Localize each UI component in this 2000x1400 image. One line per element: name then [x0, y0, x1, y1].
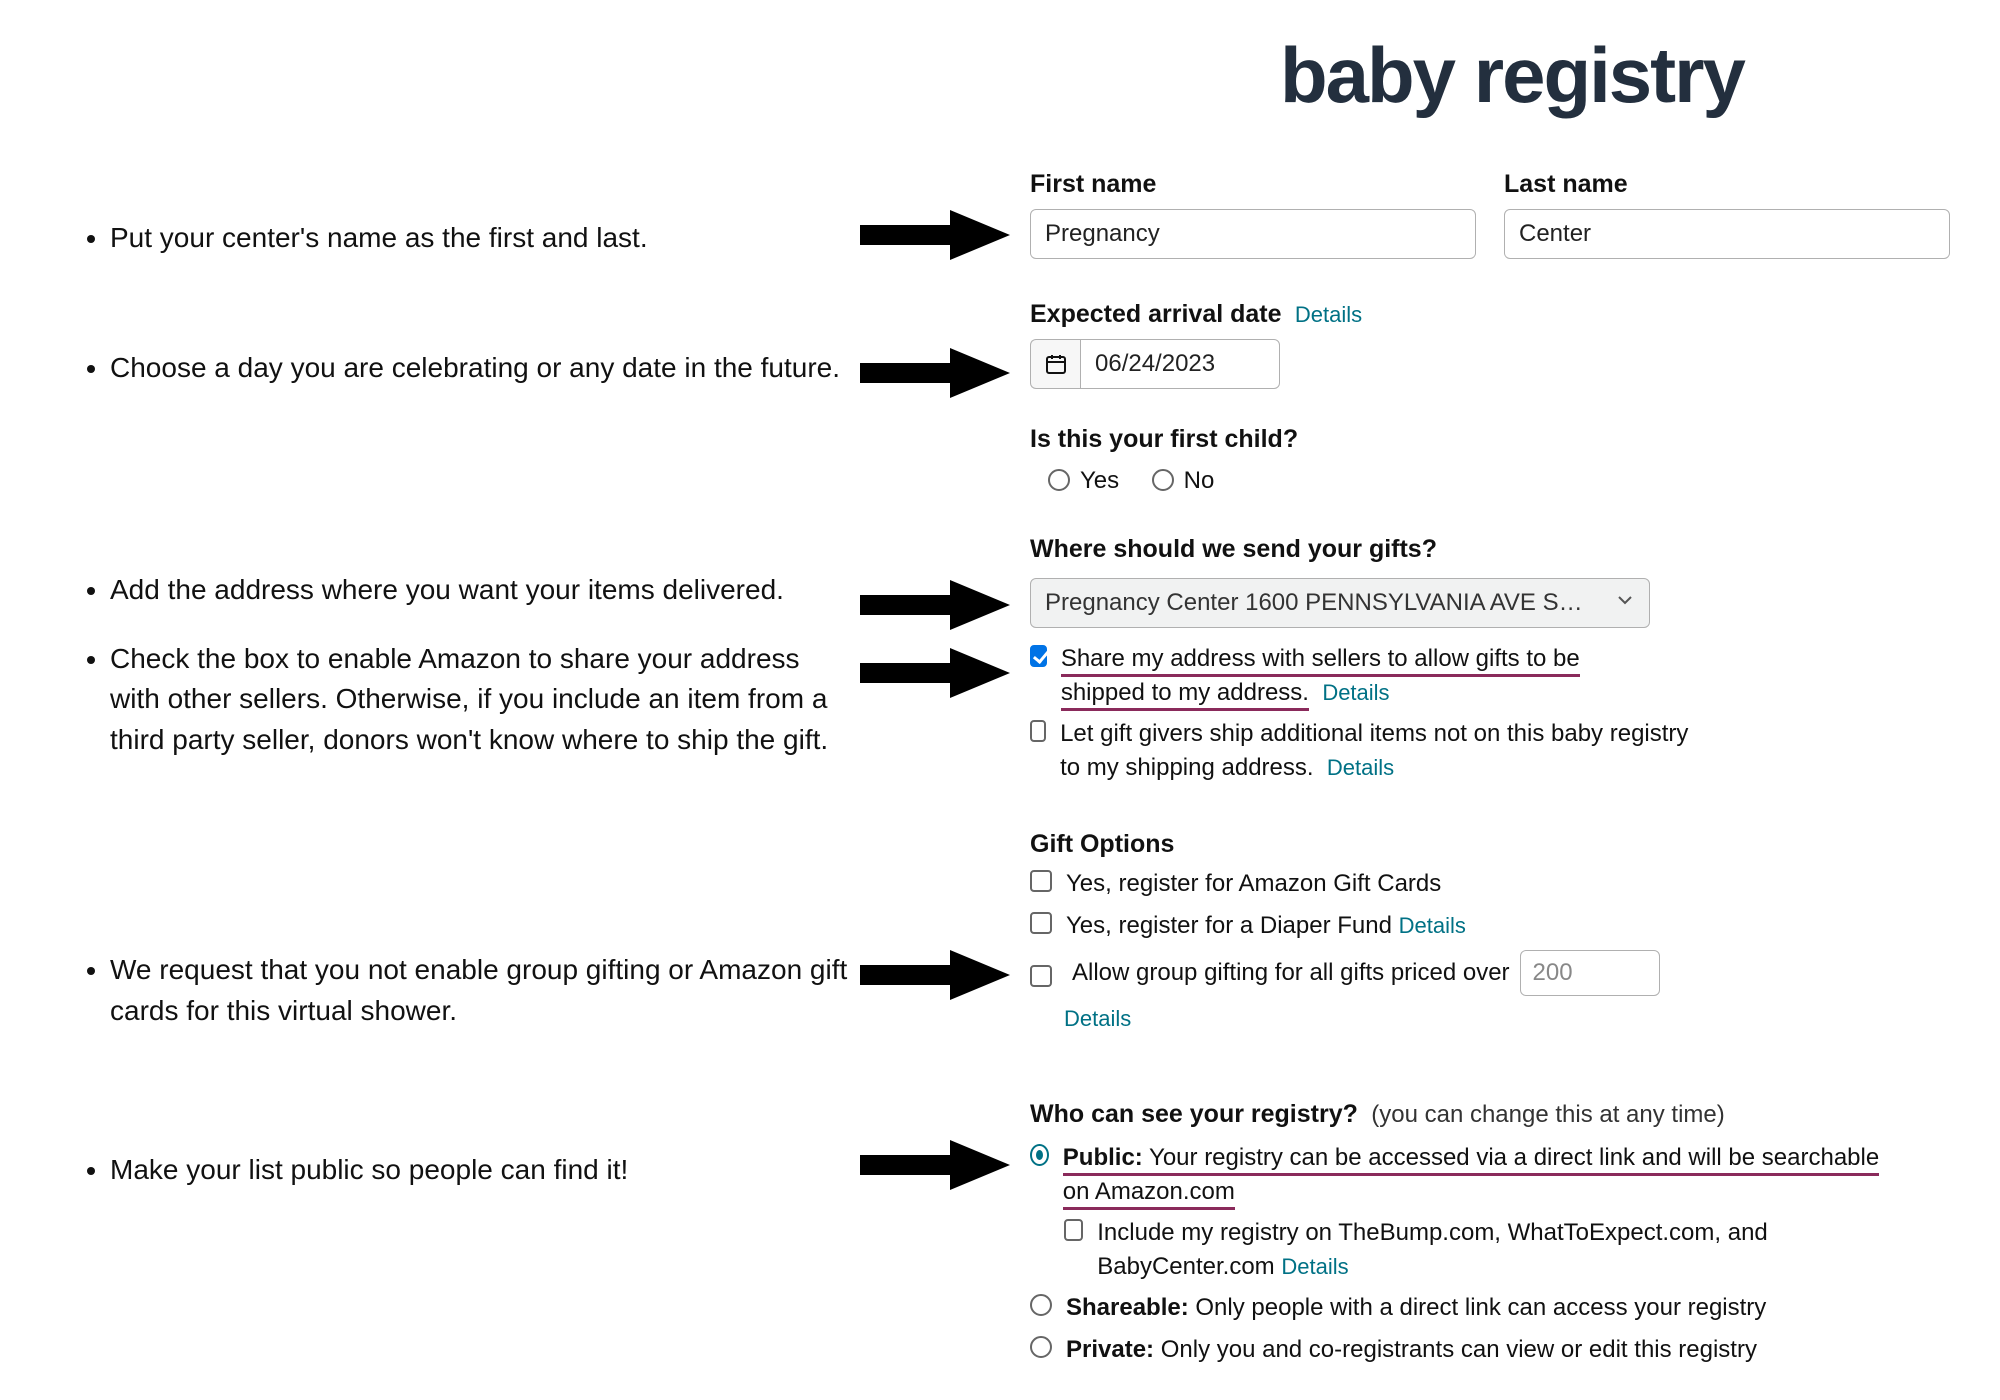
- expected-date-label: Expected arrival date: [1030, 300, 1282, 328]
- group-gifting-details-link[interactable]: Details: [1064, 1006, 1131, 1031]
- instruction-date: Choose a day you are celebrating or any …: [110, 348, 850, 389]
- visibility-hint: (you can change this at any time): [1371, 1101, 1725, 1128]
- extra-ship-checkbox[interactable]: [1030, 720, 1046, 742]
- expected-date-input[interactable]: [1080, 339, 1280, 389]
- visibility-public-radio[interactable]: [1030, 1144, 1049, 1166]
- instruction-share-box: Check the box to enable Amazon to share …: [110, 639, 850, 761]
- expected-date-details-link[interactable]: Details: [1295, 302, 1362, 327]
- gift-cards-checkbox[interactable]: [1030, 870, 1052, 892]
- first-child-no-radio[interactable]: [1152, 469, 1174, 491]
- diaper-fund-checkbox[interactable]: [1030, 912, 1052, 934]
- first-name-label: First name: [1030, 170, 1476, 199]
- chevron-down-icon: [1615, 589, 1635, 617]
- share-address-details-link[interactable]: Details: [1322, 680, 1389, 705]
- arrow-icon: [860, 348, 1010, 398]
- visibility-shareable-radio[interactable]: [1030, 1294, 1052, 1316]
- arrow-icon: [860, 580, 1010, 630]
- no-label: No: [1184, 467, 1215, 494]
- brand-title: baby registry: [1280, 30, 1744, 121]
- group-gifting-text: Allow group gifting for all gifts priced…: [1072, 956, 1510, 990]
- arrow-icon: [860, 210, 1010, 260]
- shipping-address-selected-value: Pregnancy Center 1600 PENNSYLVANIA AVE S…: [1045, 589, 1583, 617]
- instruction-name: Put your center's name as the first and …: [110, 218, 850, 259]
- diaper-fund-text: Yes, register for a Diaper Fund Details: [1066, 909, 1466, 943]
- first-child-no-option[interactable]: No: [1152, 475, 1215, 492]
- instruction-address: Add the address where you want your item…: [110, 570, 850, 611]
- first-child-yes-option[interactable]: Yes: [1048, 475, 1119, 492]
- extra-ship-text: Let gift givers ship additional items no…: [1060, 717, 1710, 784]
- arrow-icon: [860, 1140, 1010, 1190]
- extra-ship-details-link[interactable]: Details: [1327, 755, 1394, 780]
- calendar-icon[interactable]: [1030, 339, 1080, 389]
- instruction-no-group-gift: We request that you not enable group gif…: [110, 950, 850, 1031]
- first-child-yes-radio[interactable]: [1048, 469, 1070, 491]
- last-name-label: Last name: [1504, 170, 1950, 199]
- visibility-private-text: Private: Only you and co-registrants can…: [1066, 1333, 1757, 1367]
- diaper-fund-details-link[interactable]: Details: [1399, 913, 1466, 938]
- first-name-input[interactable]: [1030, 209, 1476, 259]
- yes-label: Yes: [1080, 467, 1119, 494]
- arrow-icon: [860, 950, 1010, 1000]
- shipping-address-select[interactable]: Pregnancy Center 1600 PENNSYLVANIA AVE S…: [1030, 578, 1650, 628]
- group-gifting-price-input[interactable]: [1520, 950, 1660, 996]
- include-partner-sites-checkbox[interactable]: [1064, 1219, 1083, 1241]
- instruction-public: Make your list public so people can find…: [110, 1150, 850, 1191]
- include-partner-sites-details-link[interactable]: Details: [1281, 1254, 1348, 1279]
- gift-options-label: Gift Options: [1030, 830, 1950, 859]
- last-name-input[interactable]: [1504, 209, 1950, 259]
- visibility-private-radio[interactable]: [1030, 1336, 1052, 1358]
- gift-cards-text: Yes, register for Amazon Gift Cards: [1066, 867, 1441, 901]
- share-address-checkbox[interactable]: [1030, 645, 1047, 667]
- gifts-where-label: Where should we send your gifts?: [1030, 535, 1950, 564]
- visibility-label: Who can see your registry?: [1030, 1100, 1358, 1128]
- include-partner-sites-text: Include my registry on TheBump.com, What…: [1097, 1216, 1884, 1283]
- arrow-icon: [860, 648, 1010, 698]
- share-address-text: Share my address with sellers to allow g…: [1061, 642, 1670, 709]
- visibility-shareable-text: Shareable: Only people with a direct lin…: [1066, 1291, 1766, 1325]
- first-child-label: Is this your first child?: [1030, 425, 1950, 454]
- visibility-public-text: Public: Your registry can be accessed vi…: [1063, 1141, 1880, 1208]
- group-gifting-checkbox[interactable]: [1030, 965, 1052, 987]
